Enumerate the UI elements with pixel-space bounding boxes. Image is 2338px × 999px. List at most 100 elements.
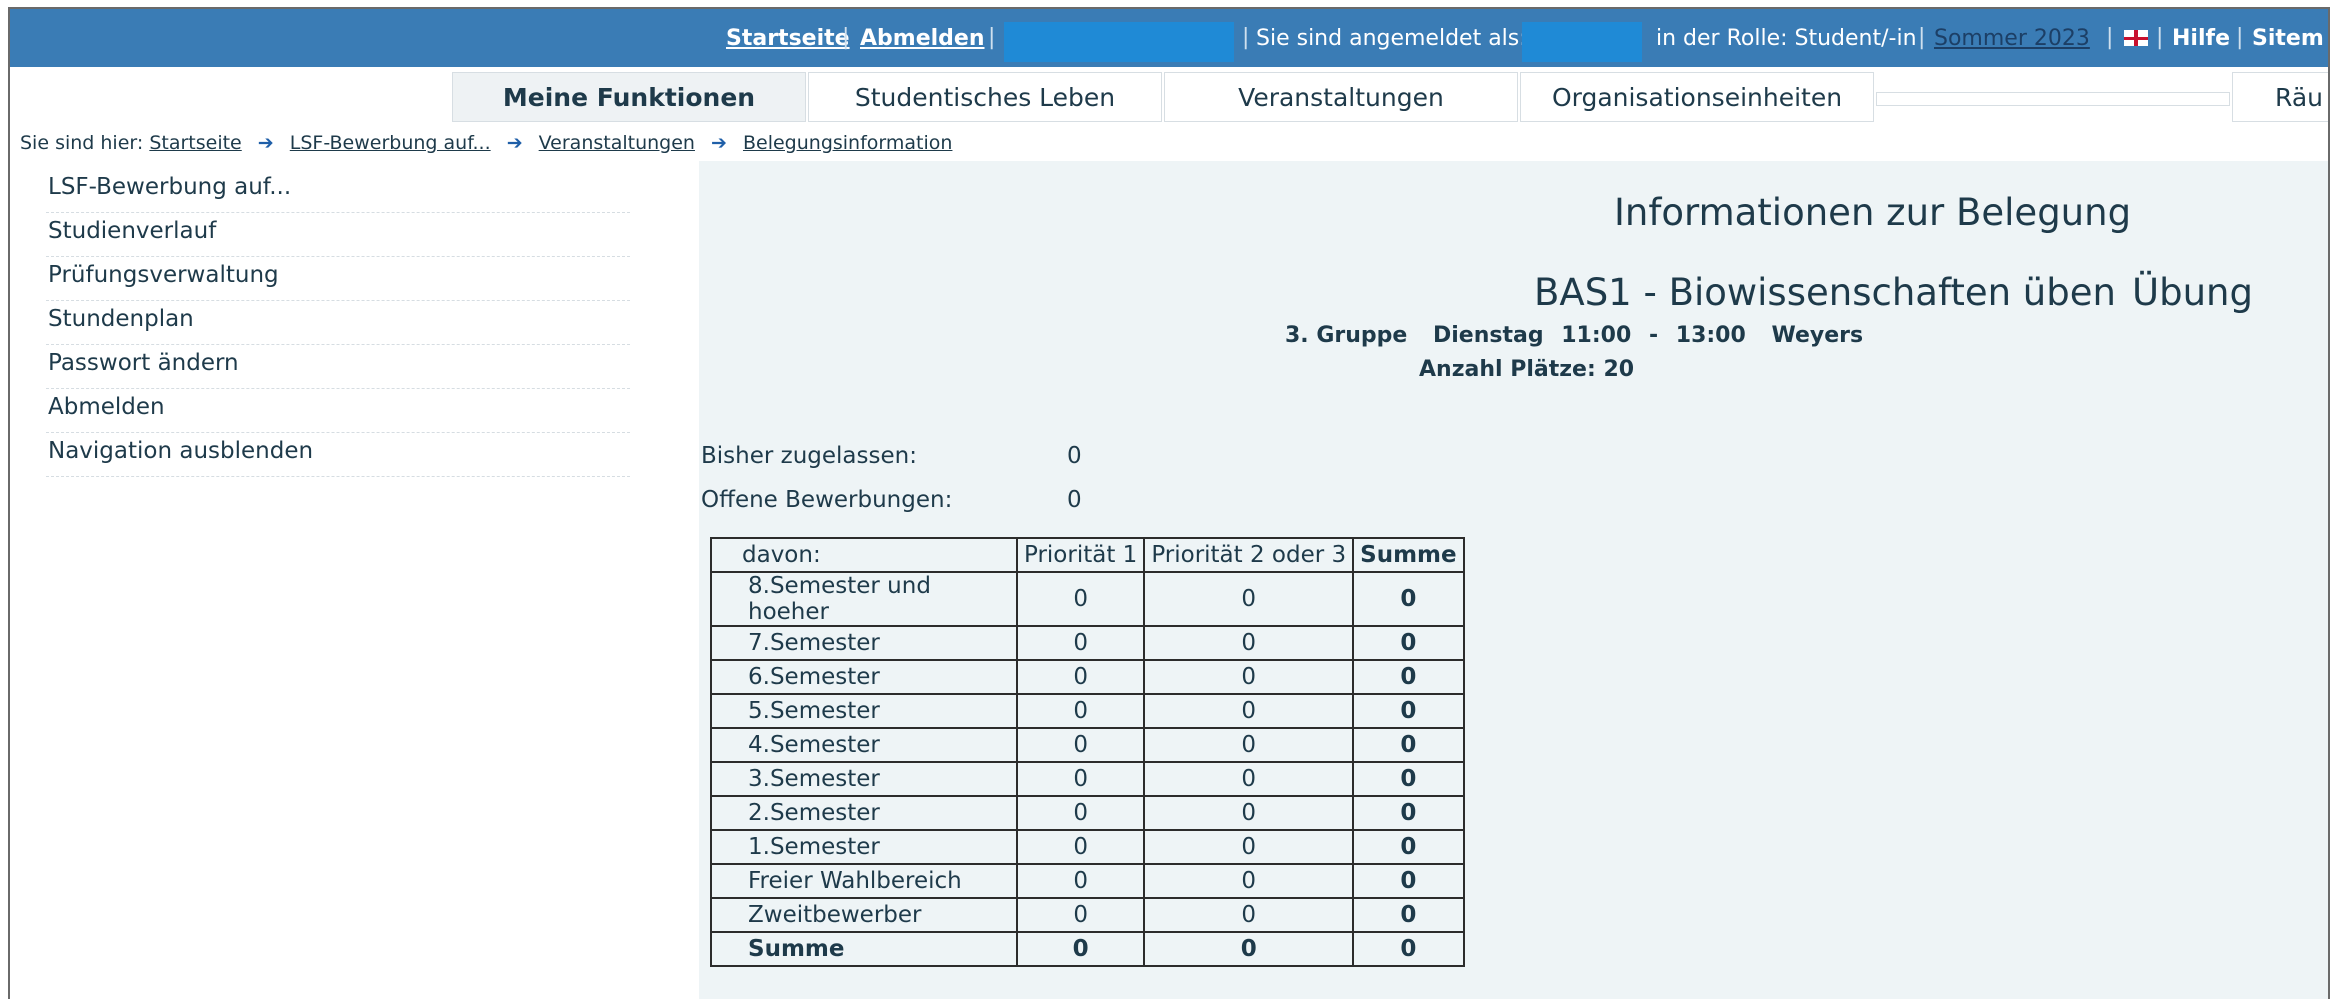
tab-organisationseinheiten[interactable]: Organisationseinheiten — [1520, 72, 1874, 122]
places-value: 20 — [1603, 357, 1635, 382]
cell-prio1: 0 — [1015, 571, 1146, 627]
sidebar-item-lsf-bewerbung[interactable]: LSF-Bewerbung auf... — [46, 169, 630, 213]
cell-summe: 0 — [1352, 625, 1465, 661]
role-label: in der Rolle: Student/-in — [1656, 26, 1917, 51]
table-header-summe: Summe — [1352, 537, 1465, 573]
cell-prio23: 0 — [1143, 863, 1355, 899]
cell-prio23: 0 — [1143, 897, 1355, 933]
table-row: Freier Wahlbereich 0 0 0 — [710, 863, 1465, 899]
row-label: 1.Semester — [710, 829, 1018, 865]
open-applications-stat: Offene Bewerbungen: 0 — [701, 487, 1082, 513]
arrow-right-icon: ➔ — [257, 132, 274, 154]
cell-prio23: 0 — [1143, 829, 1355, 865]
sidebar-item-stundenplan[interactable]: Stundenplan — [46, 301, 630, 345]
separator: | — [2156, 25, 2164, 50]
sitemap-link[interactable]: Sitem — [2252, 26, 2324, 51]
table-row: 6.Semester 0 0 0 — [710, 659, 1465, 695]
semester-link[interactable]: Sommer 2023 — [1934, 26, 2090, 51]
group-time-to: 13:00 — [1675, 323, 1746, 348]
tab-meine-funktionen[interactable]: Meine Funktionen — [452, 72, 806, 122]
table-row: 8.Semester und hoeher 0 0 0 — [710, 571, 1465, 627]
admitted-label: Bisher zugelassen: — [701, 443, 917, 469]
cell-prio1: 0 — [1015, 897, 1146, 933]
places-info: Anzahl Plätze: 20 — [1419, 357, 1634, 382]
english-flag-icon[interactable] — [2124, 30, 2148, 46]
redacted-username-block — [1522, 22, 1642, 62]
table-row: 4.Semester 0 0 0 — [710, 727, 1465, 763]
table-row: 2.Semester 0 0 0 — [710, 795, 1465, 831]
cell-summe: 0 — [1352, 829, 1465, 865]
cell-summe: 0 — [1352, 795, 1465, 831]
cell-prio1: 0 — [1015, 795, 1146, 831]
cell-prio23: 0 — [1143, 659, 1355, 695]
browser-frame: Startseite | Abmelden | | Sie sind angem… — [8, 7, 2330, 999]
sidebar-item-studienverlauf[interactable]: Studienverlauf — [46, 213, 630, 257]
cell-summe: 0 — [1352, 571, 1465, 627]
row-label: 3.Semester — [710, 761, 1018, 797]
row-label: 4.Semester — [710, 727, 1018, 763]
tab-raeume[interactable]: Räu — [2232, 72, 2328, 122]
allocation-table: davon: Priorität 1 Priorität 2 oder 3 Su… — [710, 537, 1465, 967]
table-total-row: Summe 0 0 0 — [710, 931, 1465, 967]
separator: | — [1242, 25, 1250, 50]
open-applications-value: 0 — [1067, 487, 1082, 513]
separator: | — [842, 25, 850, 50]
tab-veranstaltungen[interactable]: Veranstaltungen — [1164, 72, 1518, 122]
cell-prio23: 0 — [1143, 571, 1355, 627]
sidebar-item-navigation-ausblenden[interactable]: Navigation ausblenden — [46, 433, 630, 477]
admitted-value: 0 — [1067, 443, 1082, 469]
row-label: Freier Wahlbereich — [710, 863, 1018, 899]
table-header-davon: davon: — [710, 537, 1018, 573]
breadcrumb-startseite[interactable]: Startseite — [149, 132, 241, 154]
cell-prio23: 0 — [1143, 931, 1355, 967]
group-info: 3. Gruppe Dienstag 11:00 - 13:00 Weyers — [1285, 323, 1881, 348]
home-link[interactable]: Startseite — [726, 26, 850, 51]
main-content: Informationen zur Belegung BAS1 - Biowis… — [699, 161, 2328, 999]
tab-empty[interactable] — [1876, 92, 2230, 106]
breadcrumb-veranstaltungen[interactable]: Veranstaltungen — [539, 132, 695, 154]
row-label: Summe — [710, 931, 1018, 967]
cell-prio1: 0 — [1015, 863, 1146, 899]
tab-studentisches-leben[interactable]: Studentisches Leben — [808, 72, 1162, 122]
breadcrumb-lsf-bewerbung[interactable]: LSF-Bewerbung auf... — [290, 132, 491, 154]
logout-link[interactable]: Abmelden — [860, 26, 985, 51]
row-label: 6.Semester — [710, 659, 1018, 695]
cell-prio1: 0 — [1015, 761, 1146, 797]
table-row: 1.Semester 0 0 0 — [710, 829, 1465, 865]
table-header-prio23: Priorität 2 oder 3 — [1143, 537, 1355, 573]
cell-prio1: 0 — [1015, 727, 1146, 763]
sidebar-item-passwort-aendern[interactable]: Passwort ändern — [46, 345, 630, 389]
table-row: 7.Semester 0 0 0 — [710, 625, 1465, 661]
group-name: 3. Gruppe — [1285, 323, 1408, 348]
places-label: Anzahl Plätze: — [1419, 357, 1596, 382]
cell-prio23: 0 — [1143, 761, 1355, 797]
course-type: Übung — [2132, 271, 2253, 314]
row-label: 8.Semester und hoeher — [710, 571, 1018, 627]
arrow-right-icon: ➔ — [506, 132, 523, 154]
logged-in-as-label: Sie sind angemeldet als: — [1256, 26, 1527, 51]
cell-prio23: 0 — [1143, 625, 1355, 661]
cell-summe: 0 — [1352, 897, 1465, 933]
cell-summe: 0 — [1352, 659, 1465, 695]
breadcrumb-belegungsinformation[interactable]: Belegungsinformation — [743, 132, 952, 154]
row-label: 7.Semester — [710, 625, 1018, 661]
sidebar-item-pruefungsverwaltung[interactable]: Prüfungsverwaltung — [46, 257, 630, 301]
cell-prio1: 0 — [1015, 829, 1146, 865]
arrow-right-icon: ➔ — [711, 132, 727, 154]
table-row: 3.Semester 0 0 0 — [710, 761, 1465, 797]
row-label: 2.Semester — [710, 795, 1018, 831]
cell-summe: 0 — [1352, 693, 1465, 729]
table-row: 5.Semester 0 0 0 — [710, 693, 1465, 729]
group-lecturer: Weyers — [1771, 323, 1864, 348]
cell-prio23: 0 — [1143, 693, 1355, 729]
cell-summe: 0 — [1352, 761, 1465, 797]
cell-prio1: 0 — [1015, 625, 1146, 661]
table-header-row: davon: Priorität 1 Priorität 2 oder 3 Su… — [710, 537, 1465, 573]
help-link[interactable]: Hilfe — [2172, 26, 2230, 51]
cell-summe: 0 — [1352, 727, 1465, 763]
sidebar-item-abmelden[interactable]: Abmelden — [46, 389, 630, 433]
cell-prio23: 0 — [1143, 795, 1355, 831]
main-tabs: Meine Funktionen Studentisches Leben Ver… — [10, 72, 2328, 124]
sidebar-nav: LSF-Bewerbung auf... Studienverlauf Prüf… — [46, 169, 630, 477]
cell-summe: 0 — [1352, 863, 1465, 899]
